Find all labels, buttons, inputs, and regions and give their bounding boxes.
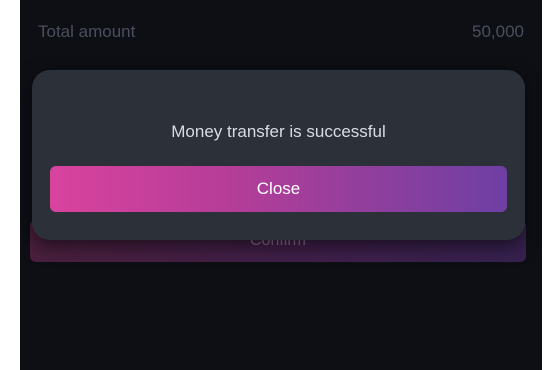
success-message: Money transfer is successful xyxy=(171,122,386,141)
success-dialog: Money transfer is successful Close xyxy=(32,70,525,240)
app-screen: Total amount 50,000 Confirm Money transf… xyxy=(20,0,542,370)
total-amount-row: Total amount 50,000 xyxy=(38,20,524,44)
close-button[interactable]: Close xyxy=(50,166,507,212)
total-amount-label: Total amount xyxy=(38,22,136,41)
total-amount-value: 50,000 xyxy=(472,22,524,41)
